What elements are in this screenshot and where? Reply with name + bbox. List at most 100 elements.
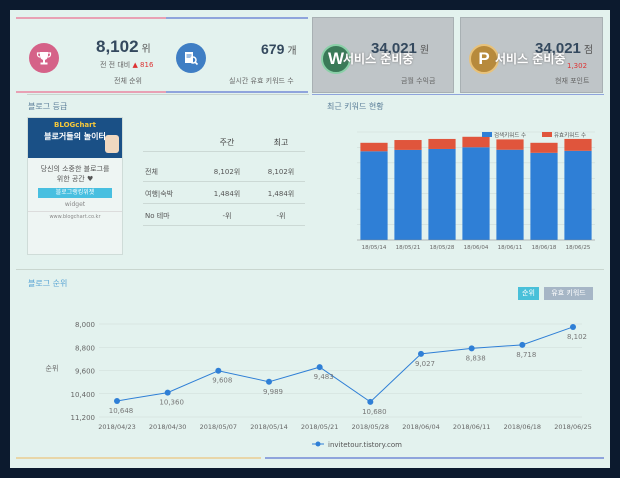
data-point [114, 397, 120, 404]
bar-검색키워드 수 [564, 150, 592, 240]
bottom-border-right [265, 457, 604, 459]
x-tick-label: 2018/05/21 [301, 423, 338, 431]
x-tick-label: 2018/05/28 [352, 423, 389, 431]
widget-desc-line1: 당신의 소중한 블로그를 [40, 165, 110, 173]
widget-desc-line2: 위한 공간 ♥ [56, 175, 94, 183]
bar-유효키워드 수 [428, 138, 456, 149]
table-cell: -위 [276, 212, 286, 220]
revenue-label: 금월 수익금 [401, 77, 436, 85]
widget-description: 당신의 소중한 블로그를 위한 공간 ♥ [28, 164, 122, 184]
points-label: 현재 포인트 [555, 77, 590, 85]
bar-검색키워드 수 [360, 151, 388, 240]
table-header-cell: 최고 [273, 138, 289, 147]
bottom-border-left [16, 457, 261, 459]
trophy-icon [29, 43, 59, 73]
x-tick-label: 2018/05/14 [250, 423, 287, 431]
x-tick-label: 2018/05/07 [200, 423, 237, 431]
points-overlay: 서비스 준비중 [495, 52, 566, 66]
table-cell: 여행|숙박 [145, 190, 174, 198]
data-point [164, 389, 171, 396]
blog-rank-line-chart: 8,000 8,800 9,600 10,400 11,200 순위 10,648 2018/… [46, 321, 592, 449]
bar-유효키워드 수 [394, 140, 422, 150]
bar-유효키워드 수 [462, 136, 490, 148]
x-tick-label: 18/05/14 [362, 245, 387, 251]
revenue-unit: 원 [419, 45, 430, 56]
keywords-value-row: 679 개 [261, 41, 297, 57]
y-tick-label: 8,800 [75, 344, 95, 352]
y-tick-label: 10,400 [71, 391, 96, 399]
points-note: 1,302 [567, 62, 588, 70]
x-tick-label: 2018/04/30 [149, 423, 186, 431]
table-cell: 1,484위 [267, 190, 295, 198]
data-point [367, 398, 374, 405]
x-tick-label: 2018/06/04 [402, 423, 439, 431]
x-tick-label: 18/06/04 [464, 245, 489, 251]
data-label: 8,838 [466, 354, 486, 362]
data-label: 9,483 [314, 373, 334, 381]
table-cell: No 테마 [145, 212, 170, 220]
legend-swatch [542, 132, 552, 137]
legend-marker [315, 441, 321, 447]
widget-header: BLOGchart 블로거들의 놀이터 [28, 118, 122, 158]
data-label: 8,102 [567, 333, 587, 341]
points-unit: 점 [583, 45, 594, 56]
points-card: P 34,021 점 서비스 준비중 1,302 현재 포인트 [460, 17, 603, 93]
table-row: 전체 8,102위 8,102위 [143, 160, 305, 182]
data-label: 8,718 [516, 351, 536, 359]
bar-검색키워드 수 [462, 147, 490, 240]
data-point [418, 350, 424, 357]
data-label: 9,608 [212, 377, 232, 385]
x-tick-label: 2018/06/25 [554, 423, 591, 431]
table-cell: 1,484위 [213, 190, 241, 198]
data-point [570, 323, 576, 330]
keyword-bar-chart: 18/05/14 18/05/21 18/05/28 18/06/04 18/06/11… [357, 131, 595, 251]
rank-label: 전체 순위 [114, 77, 142, 85]
document-search-icon [176, 43, 206, 73]
x-tick-label: 18/06/18 [532, 245, 557, 251]
table-cell: 전체 [145, 168, 158, 176]
section-divider [312, 94, 604, 95]
rank-change-value: ▲ 816 [132, 61, 154, 69]
keywords-unit: 개 [287, 46, 297, 57]
rank-change: 전 전 대비 ▲ 816 [100, 60, 153, 70]
bar-유효키워드 수 [564, 138, 592, 151]
data-label: 10,648 [109, 407, 134, 415]
dashboard: 8,102 위 전 전 대비 ▲ 816 전체 순위 679 개 실시간 유효 키워… [10, 10, 610, 468]
widget-button[interactable]: 블로그랭킹위젯 [38, 188, 112, 198]
x-tick-label: 18/05/28 [430, 245, 455, 251]
blog-rank-title: 블로그 순위 [28, 279, 68, 288]
bar-검색키워드 수 [530, 152, 558, 240]
section-divider [27, 94, 309, 95]
y-axis-label: 순위 [46, 365, 59, 373]
y-tick-label: 11,200 [71, 414, 96, 422]
y-tick-label: 9,600 [75, 368, 95, 376]
keywords-value: 679 [261, 41, 285, 57]
x-tick-label: 18/06/11 [498, 245, 523, 251]
series-line [116, 326, 574, 403]
bar-검색키워드 수 [428, 148, 456, 240]
bar-검색키워드 수 [394, 149, 422, 240]
bar-검색키워드 수 [496, 149, 524, 240]
section-divider [16, 269, 604, 270]
x-tick-label: 2018/06/18 [504, 423, 541, 431]
data-point [215, 367, 222, 374]
bar-유효키워드 수 [496, 139, 524, 150]
rank-card: 8,102 위 전 전 대비 ▲ 816 전체 순위 [16, 17, 166, 93]
widget-url[interactable]: www.blogchart.co.kr [28, 211, 122, 220]
table-header-cell: 주간 [219, 138, 235, 147]
tab-rank[interactable]: 순위 [518, 287, 539, 300]
data-point [519, 341, 526, 348]
table-cell: 8,102위 [213, 168, 241, 176]
data-label: 9,027 [415, 360, 435, 368]
revenue-overlay: 서비스 준비중 [343, 52, 414, 66]
legend-swatch [482, 132, 492, 137]
data-point [468, 345, 475, 352]
card-top-border [166, 17, 308, 19]
tab-valid-keywords[interactable]: 유효 키워드 [544, 287, 593, 300]
rank-value-row: 8,102 위 [96, 37, 151, 57]
data-point [266, 378, 272, 385]
card-bottom-border [16, 91, 166, 93]
blog-widget[interactable]: BLOGchart 블로거들의 놀이터 당신의 소중한 블로그를 위한 공간 ♥… [27, 117, 123, 255]
y-tick-label: 8,000 [75, 321, 95, 329]
widget-label: widget [64, 201, 86, 208]
